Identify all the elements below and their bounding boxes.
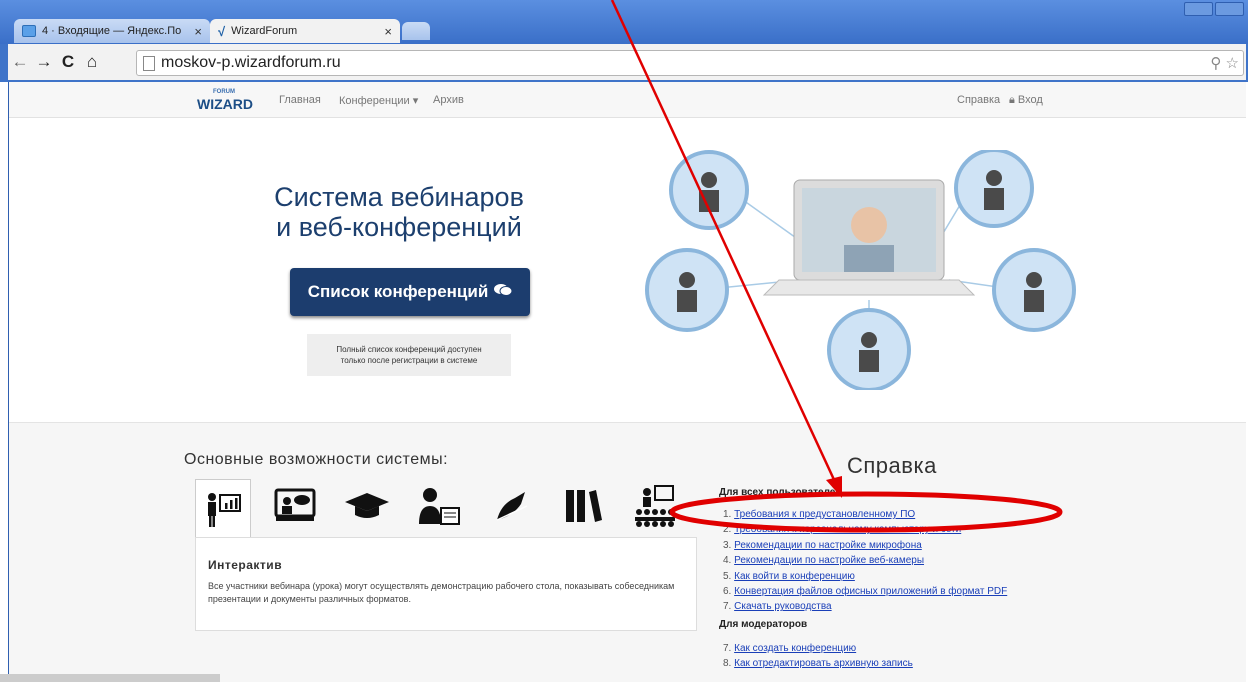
tab-close-icon[interactable]: × <box>384 24 392 39</box>
item-number: 7. <box>723 643 732 654</box>
lock-icon: 🔒︎ <box>1009 94 1015 106</box>
nav-login-label: Вход <box>1017 94 1043 106</box>
features-icon-row <box>187 479 691 537</box>
wizard-favicon-icon: √ <box>218 23 226 39</box>
minimize-button[interactable] <box>1184 2 1213 16</box>
hero-note: Полный список конференций доступен тольк… <box>307 334 511 376</box>
help-link[interactable]: Скачать руководства <box>734 601 832 612</box>
list-item: 8. Как отредактировать архивную запись <box>723 656 913 671</box>
help-link[interactable]: Как войти в конференцию <box>734 571 855 582</box>
browser-chrome: 4 · Входящие — Яндекс.По × √ WizardForum… <box>0 0 1248 82</box>
conference-list-label: Список конференций <box>307 282 489 301</box>
list-item: 3. Рекомендации по настройке микрофона <box>723 538 1007 553</box>
tab-title: WizardForum <box>231 25 298 37</box>
nav-conferences[interactable]: Конференции ▾ <box>339 94 418 107</box>
tab-title: 4 · Входящие — Яндекс.По <box>42 25 182 37</box>
item-number: 1. <box>723 509 732 520</box>
page-viewport: FORUM WIZARD Главная Конференции ▾ Архив… <box>8 82 1246 682</box>
help-section-moderators: Для модераторов <box>719 619 808 630</box>
feature-heading: Интерактив <box>208 558 283 572</box>
hero-note-line2: только после регистрации в системе <box>340 356 478 365</box>
list-item: 7. Скачать руководства <box>723 599 1007 614</box>
tab-close-icon[interactable]: × <box>194 24 202 39</box>
list-item: 2. Требования к персональному компьютеру… <box>723 522 1007 537</box>
forward-button[interactable]: → <box>32 52 56 72</box>
nav-archive[interactable]: Архив <box>433 94 464 106</box>
audience-icon[interactable] <box>627 479 683 533</box>
help-link[interactable]: Требования к предустановленному ПО <box>734 509 915 520</box>
page-icon <box>143 55 155 71</box>
horizontal-scrollbar[interactable] <box>0 674 220 682</box>
tab-strip: 4 · Входящие — Яндекс.По × √ WizardForum… <box>0 0 1248 44</box>
tab-yandex-mail[interactable]: 4 · Входящие — Яндекс.По × <box>14 19 210 43</box>
nav-login[interactable]: 🔒︎ Вход <box>1009 94 1043 107</box>
maximize-button[interactable] <box>1215 2 1244 16</box>
item-number: 2. <box>723 524 732 536</box>
user-document-icon[interactable] <box>411 479 467 533</box>
feature-description: Все участники вебинара (урока) могут осу… <box>208 581 675 604</box>
help-link[interactable]: Рекомендации по настройке микрофона <box>734 540 922 551</box>
pen-sign-icon[interactable] <box>483 479 539 533</box>
graduation-cap-icon[interactable] <box>339 479 395 533</box>
help-link[interactable]: Как отредактировать архивную запись <box>734 658 913 669</box>
site-logo[interactable]: FORUM WIZARD <box>197 86 253 112</box>
logo-wizard-text: WIZARD <box>197 96 253 112</box>
nav-help[interactable]: Справка <box>957 94 1000 106</box>
help-link[interactable]: Как создать конференцию <box>734 643 856 654</box>
item-number: 6. <box>723 586 732 598</box>
window-controls <box>1184 2 1244 16</box>
webinar-illustration <box>645 150 1076 390</box>
feature-description-box: Интерактив Все участники вебинара (урока… <box>195 537 697 631</box>
screen-chat-icon[interactable] <box>267 479 323 533</box>
item-number: 8. <box>723 658 732 670</box>
help-link[interactable]: Требования к персональному компьютеру и … <box>734 524 961 535</box>
help-list-moderators: 7. Как создать конференцию 8. Как отреда… <box>723 641 913 672</box>
site-navbar: FORUM WIZARD Главная Конференции ▾ Архив… <box>9 82 1246 118</box>
address-bar[interactable]: moskov-p.wizardforum.ru ⚲ ☆ <box>136 50 1244 76</box>
list-item: 1. Требования к предустановленному ПО <box>723 507 1007 522</box>
nav-home[interactable]: Главная <box>279 94 321 106</box>
url-text: moskov-p.wizardforum.ru <box>161 54 341 71</box>
books-icon[interactable] <box>555 479 611 533</box>
help-list-all-users: 1. Требования к предустановленному ПО 2.… <box>723 507 1007 615</box>
mail-icon <box>22 25 36 37</box>
list-item: 7. Как создать конференцию <box>723 641 913 656</box>
item-number: 7. <box>723 601 732 613</box>
presenter-icon[interactable] <box>195 479 251 537</box>
help-section-all-users: Для всех пользователей <box>719 487 842 498</box>
item-number: 3. <box>723 539 732 551</box>
lower-section: Основные возможности системы: Интерактив… <box>9 422 1246 682</box>
item-number: 5. <box>723 570 732 582</box>
help-title: Справка <box>847 453 937 478</box>
tab-wizardforum[interactable]: √ WizardForum × <box>210 19 400 43</box>
list-item: 6. Конвертация файлов офисных приложений… <box>723 584 1007 599</box>
features-title: Основные возможности системы: <box>184 451 449 468</box>
hero-note-line1: Полный список конференций доступен <box>336 345 482 354</box>
item-number: 4. <box>723 555 732 567</box>
help-link[interactable]: Конвертация файлов офисных приложений в … <box>734 586 1007 597</box>
list-item: 4. Рекомендации по настройке веб-камеры <box>723 553 1007 568</box>
zoom-bookmark-icons[interactable]: ⚲ ☆ <box>1210 54 1239 72</box>
list-item: 5. Как войти в конференцию <box>723 569 1007 584</box>
home-button[interactable]: ⌂ <box>80 52 104 72</box>
browser-toolbar: ← → C ⌂ moskov-p.wizardforum.ru ⚲ ☆ <box>8 44 1246 80</box>
conference-list-button[interactable]: Список конференций <box>290 268 530 316</box>
help-link[interactable]: Рекомендации по настройке веб-камеры <box>734 555 924 566</box>
new-tab-button[interactable] <box>402 22 430 40</box>
back-button[interactable]: ← <box>8 52 32 72</box>
chat-bubbles-icon <box>494 282 513 302</box>
reload-button[interactable]: C <box>56 52 80 72</box>
